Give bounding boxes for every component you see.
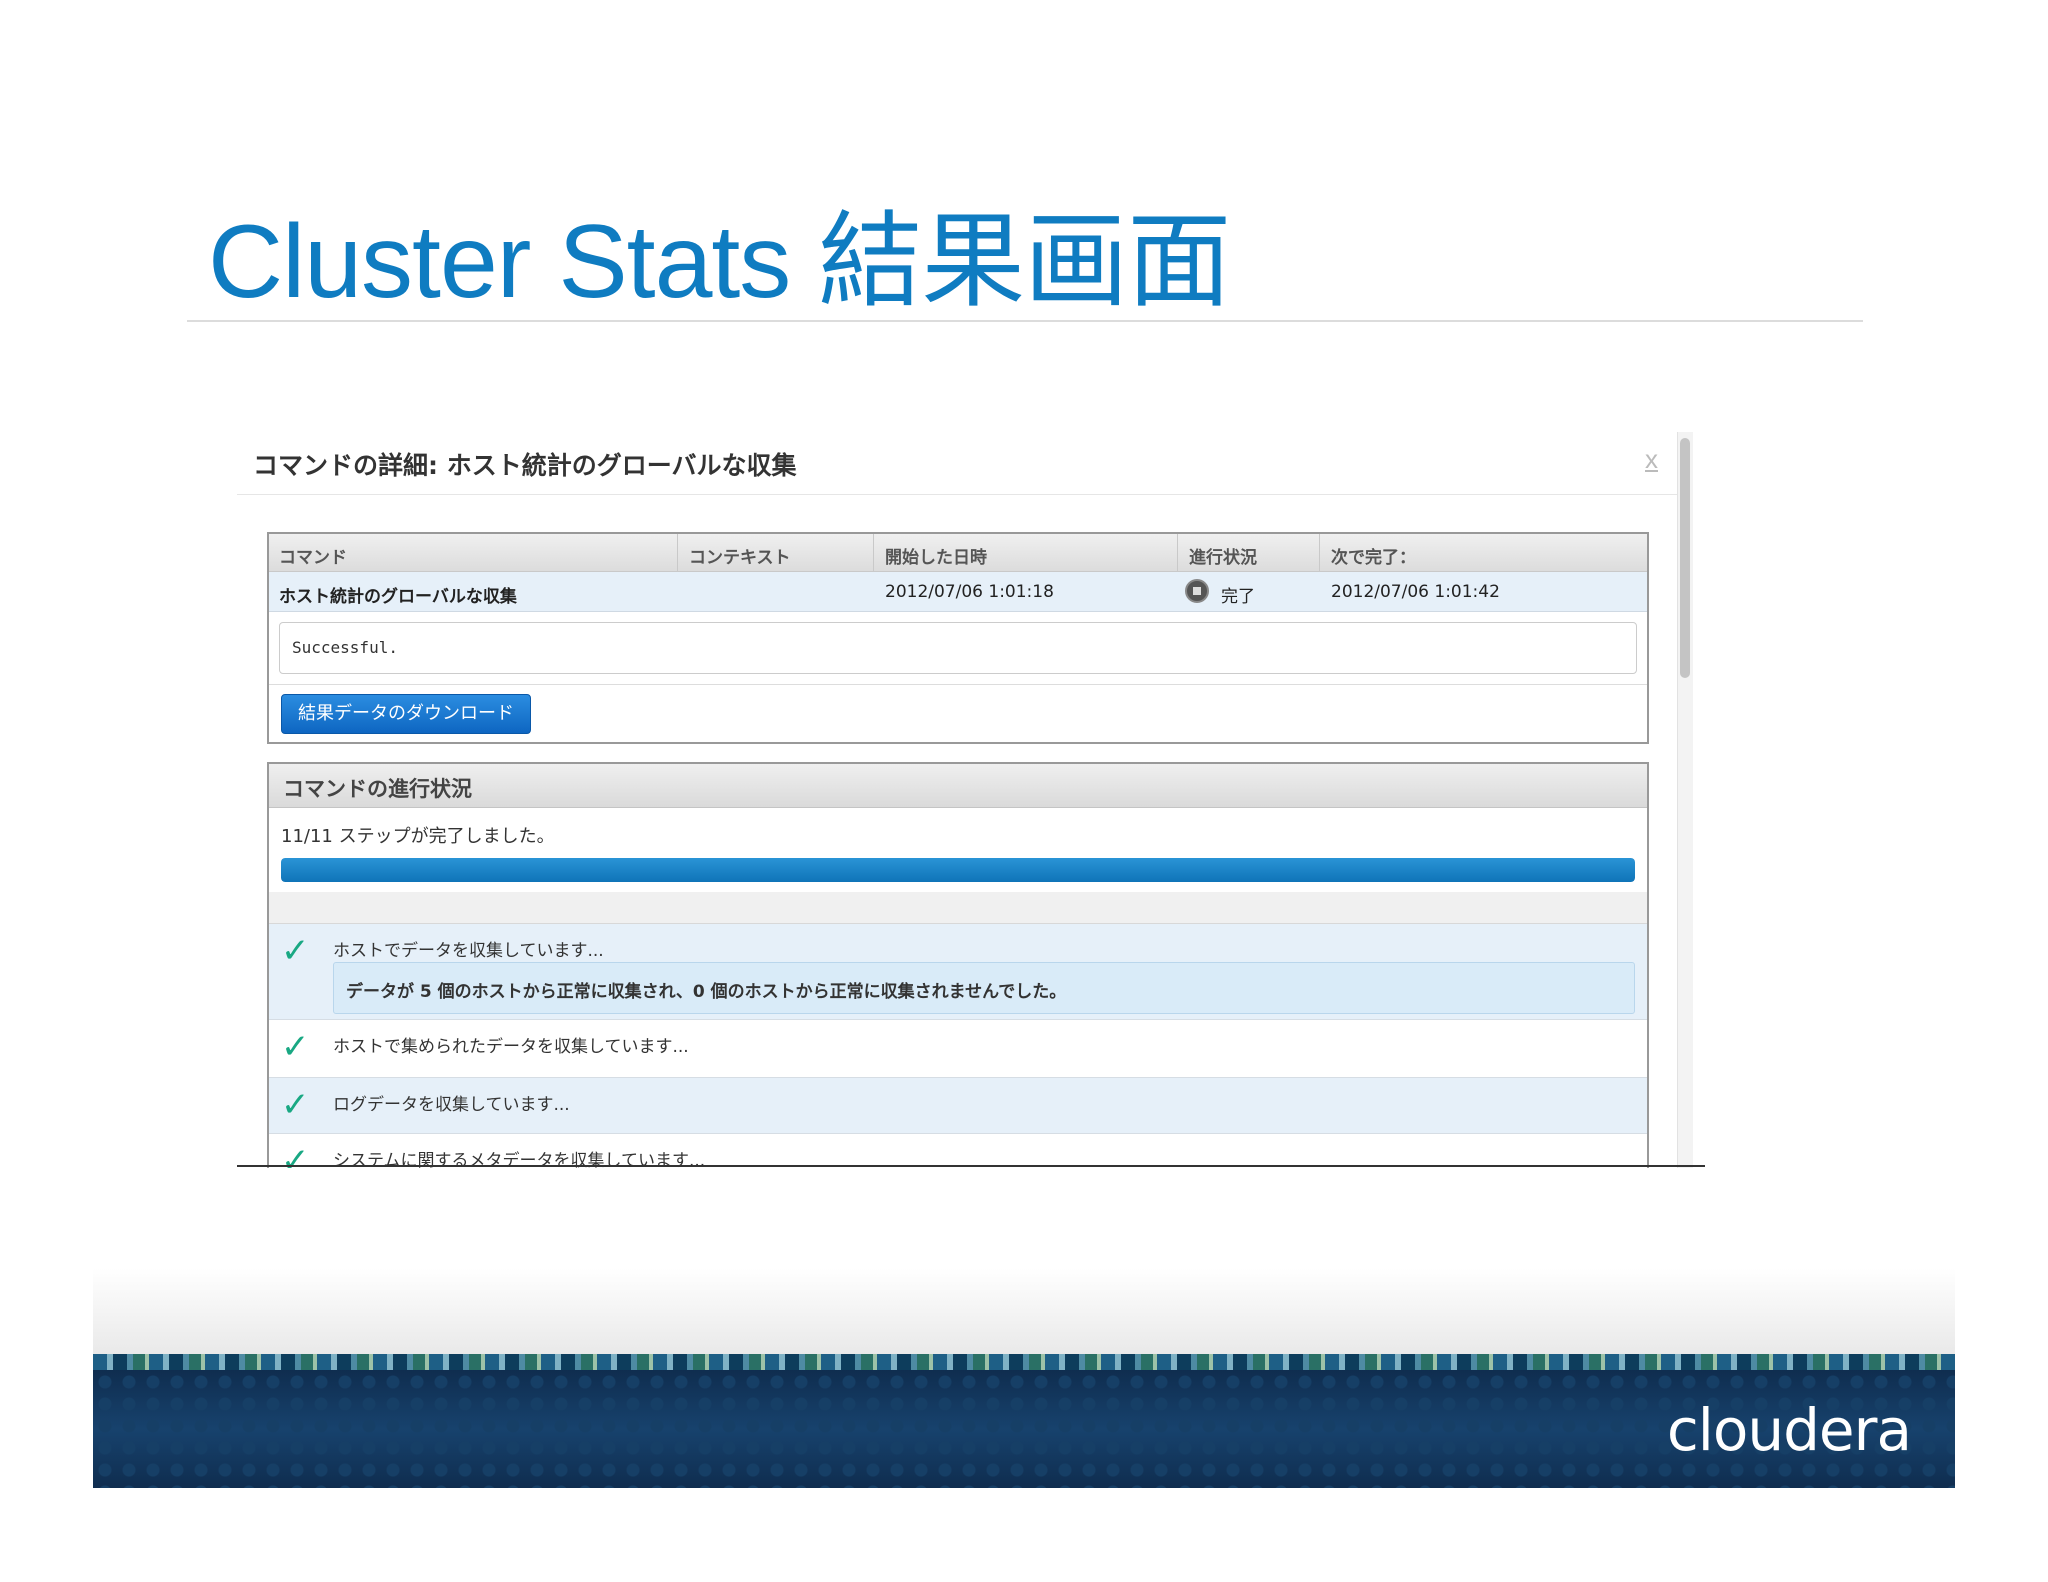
check-icon: ✓ — [281, 1027, 310, 1067]
step-detail-box: データが 5 個のホストから正常に収集され、0 個のホストから正常に収集されませ… — [333, 962, 1635, 1014]
check-icon: ✓ — [281, 931, 310, 971]
column-divider — [1177, 534, 1178, 572]
download-results-button[interactable]: 結果データのダウンロード — [281, 694, 531, 734]
list-item[interactable]: ✓ ログデータを収集しています... — [269, 1078, 1647, 1134]
list-item[interactable]: ✓ システムに関するメタデータを収集しています... — [269, 1134, 1647, 1168]
header-context: コンテキスト — [689, 548, 791, 568]
scrollbar-thumb[interactable] — [1680, 438, 1690, 678]
result-message-box: Successful. — [279, 622, 1637, 674]
header-status: 進行状況 — [1189, 548, 1257, 568]
cloudera-logo: cloudera — [1666, 1396, 1912, 1464]
header-started: 開始した日時 — [885, 548, 987, 568]
step-label: ホストで集められたデータを収集しています... — [333, 1037, 689, 1057]
header-completed: 次で完了： — [1331, 548, 1416, 568]
table-row[interactable]: ホスト統計のグローバルな収集 2012/07/06 1:01:18 完了 201… — [269, 572, 1647, 612]
step-label: ホストでデータを収集しています... — [333, 941, 604, 961]
list-item[interactable]: ✓ ホストでデータを収集しています... データが 5 個のホストから正常に収集… — [269, 924, 1647, 1020]
column-divider — [1319, 534, 1320, 572]
step-detail: データが 5 個のホストから正常に収集され、0 個のホストから正常に収集されませ… — [346, 982, 1067, 1002]
close-icon[interactable]: x — [1645, 444, 1658, 475]
result-message: Successful. — [292, 638, 398, 657]
footer-fade — [93, 1268, 1955, 1354]
row-status: 完了 — [1221, 587, 1255, 607]
footer-band: cloudera — [93, 1370, 1955, 1488]
row-started: 2012/07/06 1:01:18 — [885, 582, 1054, 602]
header-command: コマンド — [279, 548, 347, 568]
progress-spacer — [269, 892, 1647, 924]
row-completed: 2012/07/06 1:01:42 — [1331, 582, 1500, 602]
list-item[interactable]: ✓ ホストで集められたデータを収集しています... — [269, 1020, 1647, 1078]
footer-strip — [93, 1354, 1955, 1370]
panel-divider — [269, 684, 1647, 685]
screenshot-bottom-border — [237, 1165, 1705, 1167]
command-details-dialog: コマンドの詳細: ホスト統計のグローバルな収集 x コマンド コンテキスト 開始… — [237, 432, 1705, 1168]
slide-title: Cluster Stats 結果画面 — [208, 204, 1231, 320]
command-progress-panel: コマンドの進行状況 11/11 ステップが完了しました。 ✓ ホストでデータを収… — [267, 762, 1649, 1168]
progress-title: コマンドの進行状況 — [283, 777, 472, 801]
progress-header: コマンドの進行状況 — [269, 764, 1647, 808]
progress-bar — [281, 858, 1635, 882]
title-divider — [187, 320, 1863, 322]
dialog-title: コマンドの詳細: ホスト統計のグローバルな収集 — [253, 451, 797, 480]
row-command: ホスト統計のグローバルな収集 — [279, 587, 517, 607]
command-table-header: コマンド コンテキスト 開始した日時 進行状況 次で完了： — [269, 534, 1647, 572]
step-list: ✓ ホストでデータを収集しています... データが 5 個のホストから正常に収集… — [269, 924, 1647, 1168]
dialog-divider — [237, 494, 1687, 495]
progress-summary: 11/11 ステップが完了しました。 — [281, 826, 555, 847]
check-icon: ✓ — [281, 1085, 310, 1125]
step-label: ログデータを収集しています... — [333, 1095, 570, 1115]
stop-status-icon — [1185, 579, 1209, 603]
column-divider — [677, 534, 678, 572]
command-panel: コマンド コンテキスト 開始した日時 進行状況 次で完了： ホスト統計のグローバ… — [267, 532, 1649, 744]
progress-bar-fill — [281, 858, 1635, 882]
column-divider — [873, 534, 874, 572]
